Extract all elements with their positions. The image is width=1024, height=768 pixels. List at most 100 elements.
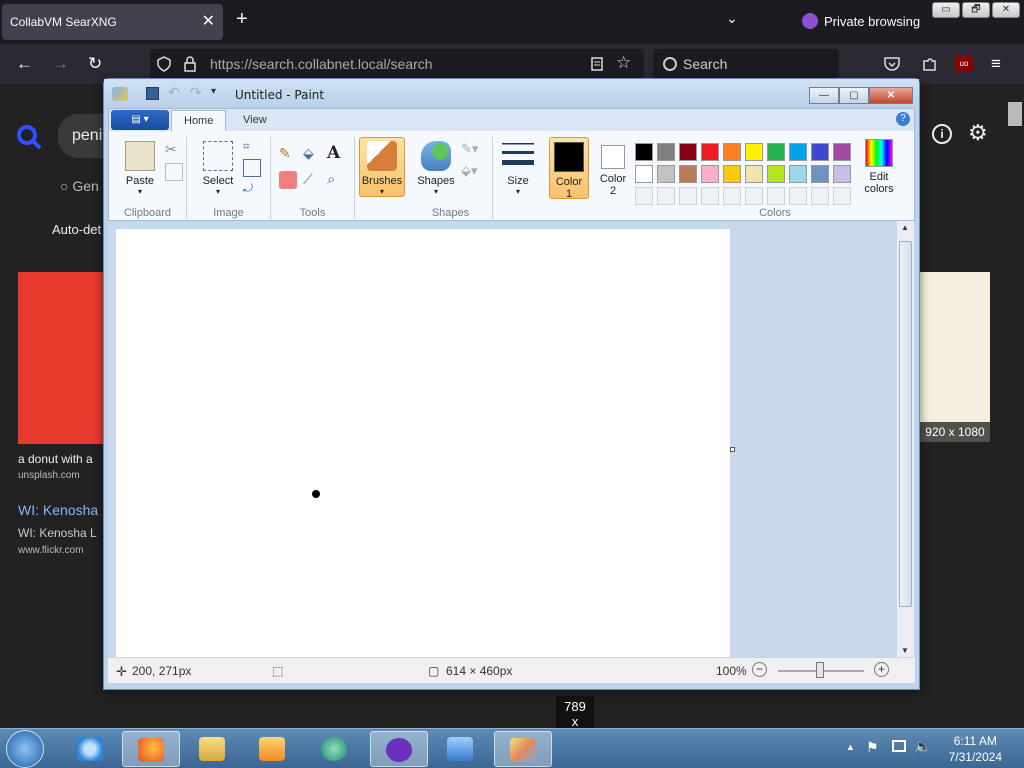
palette-swatch[interactable] [811, 143, 829, 161]
taskbar-private-firefox[interactable] [370, 731, 428, 767]
taskbar-firefox[interactable] [122, 731, 180, 767]
text-icon[interactable]: A [327, 143, 345, 163]
palette-custom-swatch[interactable] [767, 187, 785, 205]
tab-close-icon[interactable]: ✕ [202, 4, 215, 40]
zoom-in-button[interactable]: + [874, 662, 889, 677]
select-button[interactable]: Select ▾ [195, 141, 241, 196]
pencil-icon[interactable]: ✎ [279, 145, 297, 163]
eraser-icon[interactable] [279, 171, 297, 189]
taskbar-explorer[interactable] [184, 731, 242, 767]
lock-icon[interactable] [183, 56, 197, 72]
forward-button[interactable]: → [52, 54, 69, 74]
palette-custom-swatch[interactable] [701, 187, 719, 205]
palette-swatch[interactable] [723, 165, 741, 183]
palette-swatch[interactable] [679, 143, 697, 161]
palette-swatch[interactable] [745, 143, 763, 161]
color2-button[interactable]: Color 2 [593, 137, 633, 199]
size-button[interactable]: Size ▾ [497, 141, 539, 196]
tab-home[interactable]: Home [171, 110, 227, 131]
palette-swatch[interactable] [789, 165, 807, 183]
back-button[interactable]: ← [16, 54, 33, 74]
menu-icon[interactable]: ≡ [991, 54, 1001, 74]
palette-custom-swatch[interactable] [789, 187, 807, 205]
palette-swatch[interactable] [767, 143, 785, 161]
taskbar-ie[interactable] [62, 731, 120, 767]
palette-custom-swatch[interactable] [811, 187, 829, 205]
cut-icon[interactable]: ✂ [165, 141, 183, 159]
browser-tab[interactable]: CollabVM SearXNG ✕ [2, 4, 223, 40]
shield-icon[interactable] [156, 56, 172, 72]
shapes-button[interactable]: Shapes ▾ [413, 141, 459, 196]
taskbar-app-green[interactable] [306, 731, 364, 767]
general-tab[interactable]: ○ Gen [60, 178, 99, 194]
network-icon[interactable] [892, 740, 906, 752]
search-box[interactable]: Search [653, 49, 839, 79]
volume-muted-icon[interactable]: 🔈 [914, 738, 931, 755]
palette-custom-swatch[interactable] [833, 187, 851, 205]
page-scrollbar-thumb[interactable] [1008, 102, 1022, 126]
palette-custom-swatch[interactable] [635, 187, 653, 205]
palette-swatch[interactable] [723, 143, 741, 161]
palette-swatch[interactable] [701, 165, 719, 183]
palette-swatch[interactable] [789, 143, 807, 161]
redo-icon[interactable]: ↷ [190, 84, 202, 101]
palette-swatch[interactable] [745, 165, 763, 183]
edit-colors-button[interactable]: Edit colors [857, 139, 901, 195]
magnifier-icon[interactable]: ⌕ [327, 171, 345, 189]
reader-view-icon[interactable] [590, 57, 604, 71]
ublock-icon[interactable]: uo [955, 56, 973, 72]
file-menu-button[interactable]: ▤ ▾ [111, 110, 169, 130]
settings-gear-icon[interactable]: ⚙ [968, 120, 988, 146]
zoom-out-button[interactable]: − [752, 662, 767, 677]
palette-swatch[interactable] [833, 165, 851, 183]
save-icon[interactable] [146, 87, 159, 100]
tab-list-chevron-icon[interactable]: ⌄ [726, 10, 738, 27]
paint-title-bar[interactable]: ↶ ↷ ▾ Untitled - Paint — ▢ ✕ [104, 79, 919, 109]
bookmark-star-icon[interactable]: ☆ [616, 53, 631, 73]
palette-custom-swatch[interactable] [723, 187, 741, 205]
fill-icon[interactable]: ⬙ [303, 145, 321, 163]
result-link[interactable]: WI: Kenosha [18, 502, 98, 518]
action-center-flag-icon[interactable]: ⚑ [866, 739, 879, 756]
paste-button[interactable]: Paste ▾ [117, 141, 163, 196]
resize-handle[interactable] [730, 447, 735, 452]
paint-app-icon[interactable] [112, 87, 128, 101]
paint-close-button[interactable]: ✕ [869, 87, 913, 104]
palette-swatch[interactable] [657, 165, 675, 183]
restore-button[interactable]: 🗗 [962, 2, 990, 18]
clock[interactable]: 6:11 AM 7/31/2024 [949, 733, 1002, 765]
color-picker-icon[interactable]: ⟋ [303, 171, 321, 189]
copy-icon[interactable] [165, 163, 183, 181]
scroll-down-icon[interactable]: ▼ [901, 646, 909, 655]
rotate-icon[interactable]: ⤾ [243, 181, 261, 199]
show-hidden-icons[interactable]: ▲ [846, 742, 855, 752]
result-title[interactable]: WI: Kenosha L [18, 526, 97, 540]
palette-custom-swatch[interactable] [679, 187, 697, 205]
palette-swatch[interactable] [701, 143, 719, 161]
palette-custom-swatch[interactable] [657, 187, 675, 205]
close-button[interactable]: ✕ [992, 2, 1020, 18]
extensions-icon[interactable] [920, 55, 938, 73]
result-image-thumbnail[interactable] [920, 272, 990, 442]
palette-custom-swatch[interactable] [745, 187, 763, 205]
paint-maximize-button[interactable]: ▢ [839, 87, 869, 104]
drawing-canvas[interactable] [116, 229, 730, 657]
palette-swatch[interactable] [635, 143, 653, 161]
color1-button[interactable]: Color 1 [549, 137, 589, 200]
reload-button[interactable]: ↻ [88, 54, 102, 74]
palette-swatch[interactable] [767, 165, 785, 183]
result-title[interactable]: a donut with a [18, 452, 93, 466]
customize-toolbar-icon[interactable]: ▾ [211, 86, 216, 97]
palette-swatch[interactable] [635, 165, 653, 183]
taskbar-paint[interactable] [494, 731, 552, 767]
scroll-thumb[interactable] [899, 241, 912, 607]
palette-swatch[interactable] [811, 165, 829, 183]
zoom-slider-thumb[interactable] [816, 662, 824, 678]
palette-swatch[interactable] [679, 165, 697, 183]
auto-detect-select[interactable]: Auto-det [52, 222, 101, 237]
help-icon[interactable]: ? [896, 112, 910, 126]
outline-icon[interactable]: ✎▾ [461, 141, 479, 159]
paint-minimize-button[interactable]: — [809, 87, 839, 104]
crop-icon[interactable]: ⌗ [243, 139, 261, 157]
taskbar-media-player[interactable] [244, 731, 302, 767]
